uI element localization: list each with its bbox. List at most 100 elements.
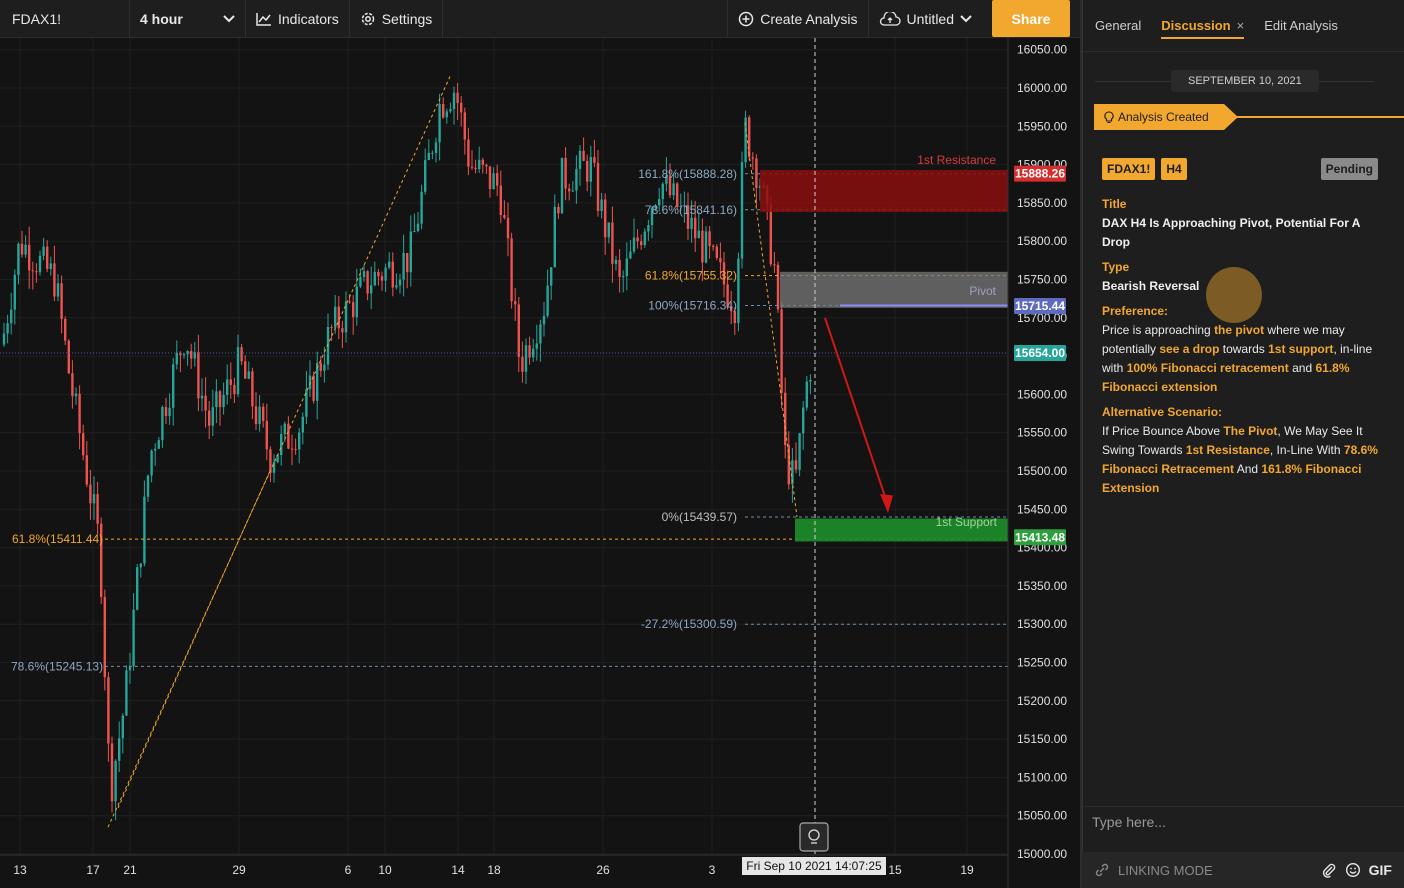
price-axis-label: 15100.00	[1017, 770, 1067, 784]
candle-body	[154, 448, 157, 451]
candle-body	[474, 167, 477, 170]
candle-body	[690, 217, 693, 229]
candle-body	[506, 217, 510, 239]
price-axis-label: 15250.00	[1017, 656, 1067, 670]
linking-mode-label[interactable]: LINKING MODE	[1118, 863, 1213, 878]
resistance-label: 1st Resistance	[917, 153, 996, 167]
candle-body	[503, 214, 506, 218]
candle-body	[49, 263, 52, 269]
candle-body	[13, 274, 16, 310]
alternative-heading: Alternative Scenario:	[1102, 405, 1223, 419]
candle-body	[593, 156, 596, 163]
candle-body	[121, 715, 124, 739]
candle-body	[445, 111, 448, 118]
create-analysis-button[interactable]: Create Analysis	[728, 0, 869, 37]
analysis-created-banner: Analysis Created	[1094, 104, 1238, 130]
price-chart[interactable]: 1st Resistance Pivot 1st Support 161.8%(158…	[0, 38, 1080, 888]
candle-body	[164, 407, 168, 417]
date-axis-label: 17	[86, 863, 100, 877]
cursor-highlight	[1206, 267, 1262, 323]
gif-button[interactable]: GIF	[1369, 862, 1392, 878]
candle-body	[283, 423, 286, 435]
candle-body	[582, 150, 585, 161]
alt-text-0: If Price Bounce Above	[1102, 424, 1224, 438]
link-icon[interactable]	[1094, 862, 1110, 878]
candle-body	[607, 222, 610, 238]
candle-body	[521, 356, 524, 372]
date-axis-label: 15	[888, 863, 902, 877]
candle-body	[542, 315, 546, 325]
candle-body	[424, 159, 427, 192]
candle-body	[510, 238, 513, 302]
emoji-icon[interactable]	[1345, 862, 1361, 878]
candle-body	[298, 432, 301, 450]
candle-body	[568, 188, 571, 192]
candle-body	[366, 271, 369, 294]
candle-body	[114, 760, 117, 802]
price-tag-label: 15888.26	[1015, 167, 1065, 181]
candle-body	[776, 264, 780, 310]
candle-body	[517, 304, 520, 357]
share-label: Share	[1011, 10, 1051, 27]
candle-body	[632, 237, 636, 252]
date-axis-label: 29	[232, 863, 246, 877]
price-axis-label: 15550.00	[1017, 426, 1067, 440]
candle-body	[38, 255, 42, 273]
paperclip-icon[interactable]	[1321, 862, 1337, 878]
candle-body	[20, 243, 24, 255]
candle-body	[578, 150, 582, 169]
alt-text-3: And	[1234, 462, 1262, 476]
candle-body	[337, 306, 340, 329]
candle-body	[452, 92, 456, 110]
pref-text-2: towards	[1219, 342, 1269, 356]
candle-body	[373, 271, 376, 286]
symbol-badge: FDAX1!	[1102, 158, 1156, 180]
fib-label-100: 100%(15716.34)	[648, 299, 737, 313]
interval-selector[interactable]: 4 hour	[130, 0, 246, 37]
candle-body	[784, 392, 787, 446]
price-axis-label: 15950.00	[1017, 119, 1067, 133]
lightbulb-icon	[1104, 110, 1114, 123]
chat-input[interactable]: Type here...	[1082, 806, 1404, 852]
fib-label-618: 61.8%(15755.32)	[645, 269, 737, 283]
candle-body	[172, 364, 175, 408]
candle-body	[546, 285, 549, 316]
candle-body	[467, 139, 470, 167]
candle-body	[359, 277, 362, 287]
price-axis-label: 16000.00	[1017, 81, 1067, 95]
candle-body	[431, 152, 434, 154]
candle-body	[269, 449, 272, 473]
price-axis-label: 15350.00	[1017, 579, 1067, 593]
cloud-save-dropdown[interactable]: Untitled	[869, 0, 982, 37]
candle-body	[334, 306, 337, 328]
price-axis-label: 15300.00	[1017, 617, 1067, 631]
candle-body	[600, 199, 603, 211]
candle-body	[175, 352, 178, 365]
share-button[interactable]: Share	[992, 0, 1070, 37]
candle-body	[78, 393, 81, 434]
candle-body	[553, 206, 556, 268]
candle-body	[24, 244, 27, 255]
candle-body	[157, 440, 160, 449]
candle-body	[496, 173, 499, 186]
candle-body	[614, 259, 618, 264]
price-tag-label: 15715.44	[1015, 299, 1065, 313]
candle-body	[71, 373, 74, 397]
candle-body	[427, 152, 430, 160]
settings-button[interactable]: Settings	[350, 0, 444, 37]
candle-body	[575, 168, 578, 191]
indicators-button[interactable]: Indicators	[246, 0, 350, 37]
candle-body	[794, 460, 798, 470]
chevron-down-icon	[223, 14, 235, 22]
candle-body	[550, 267, 553, 286]
candle-body	[769, 204, 772, 265]
candle-body	[136, 567, 139, 610]
candle-body	[240, 347, 243, 362]
candle-body	[528, 345, 531, 358]
candle-body	[312, 375, 315, 401]
date-axis-label: 19	[960, 863, 974, 877]
symbol-selector[interactable]: FDAX1!	[0, 0, 130, 37]
timeframe-badge: H4	[1161, 158, 1187, 180]
candle-body	[388, 261, 391, 268]
create-analysis-label: Create Analysis	[760, 10, 858, 27]
